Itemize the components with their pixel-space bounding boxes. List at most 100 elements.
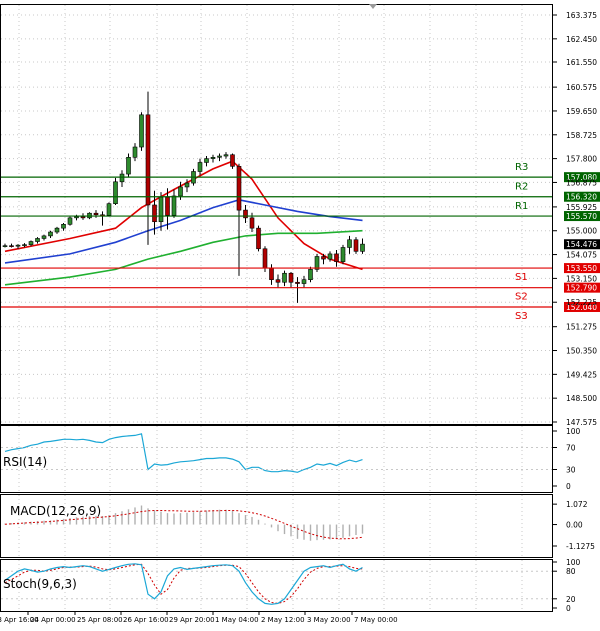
bull-candle bbox=[184, 182, 190, 188]
bull-candle bbox=[360, 243, 365, 252]
macd-tick-label: 1.072 bbox=[566, 500, 588, 509]
price-tick-label: 147.575 bbox=[566, 418, 597, 427]
trading-chart[interactable]: R3 157.080 R2 156.320 R1 155.570 S1 153.550 S2 15… bbox=[0, 0, 600, 627]
rsi-tick-label: 100 bbox=[566, 427, 581, 436]
bull-candle bbox=[106, 203, 112, 216]
stoch-tick-label: 80 bbox=[566, 567, 576, 576]
time-tick-label: 24 Apr 00:00 bbox=[30, 616, 76, 624]
price-tick-label: 156.875 bbox=[566, 178, 597, 187]
time-tick-label: 29 Apr 20:00 bbox=[169, 616, 215, 624]
bull-candle bbox=[197, 162, 203, 172]
price-tick-label: 162.450 bbox=[566, 35, 597, 44]
bear-candle bbox=[295, 281, 300, 284]
price-tick-label: 159.650 bbox=[566, 107, 597, 116]
bear-candle bbox=[145, 114, 151, 206]
bull-candle bbox=[132, 146, 138, 158]
time-tick-label: 2 May 12:00 bbox=[261, 616, 305, 624]
price-tick-label: 148.500 bbox=[566, 394, 597, 403]
price-tick-label: 151.275 bbox=[566, 323, 597, 332]
bull-candle bbox=[308, 269, 313, 280]
bull-candle bbox=[126, 157, 131, 175]
time-tick-label: 25 Apr 08:00 bbox=[77, 616, 123, 624]
price-tick-label: 150.350 bbox=[566, 347, 597, 356]
stoch-title: Stoch(9,6,3) bbox=[3, 577, 77, 591]
bull-candle bbox=[35, 238, 40, 242]
shift-marker-icon[interactable] bbox=[369, 4, 377, 9]
chart-svg[interactable]: R3157.080R2156.320R1155.570S1153.550S215… bbox=[0, 0, 600, 627]
bull-candle bbox=[2, 245, 8, 247]
price-tick-label: 149.425 bbox=[566, 370, 597, 379]
stoch-lines bbox=[1, 563, 552, 605]
stoch-axis: 10080 200 bbox=[553, 558, 581, 613]
bull-candle bbox=[282, 272, 287, 283]
level-price-label: 152.790 bbox=[566, 284, 597, 293]
price-tick-label: 157.800 bbox=[566, 155, 597, 164]
bull-candle bbox=[171, 195, 177, 216]
stoch-tick-label: 20 bbox=[566, 595, 576, 604]
bull-candle bbox=[340, 247, 346, 262]
level-name-r3: R3 bbox=[515, 162, 528, 173]
bear-candle bbox=[236, 166, 242, 211]
price-panel[interactable]: R3157.080R2156.320R1155.570S1153.550S215… bbox=[1, 11, 600, 427]
level-price-label: 155.570 bbox=[566, 212, 597, 221]
time-tick-label: 7 May 00:00 bbox=[354, 616, 398, 624]
rsi-title: RSI(14) bbox=[3, 455, 47, 469]
macd-axis: 1.072 0.00 -1.1275 bbox=[553, 500, 595, 551]
stoch-tick-label: 0 bbox=[566, 604, 571, 613]
bear-candle bbox=[152, 204, 157, 223]
level-name-r1: R1 bbox=[515, 201, 528, 212]
bear-candle bbox=[230, 154, 235, 167]
level-name-s1: S1 bbox=[515, 272, 528, 283]
macd-title: MACD(12,26,9) bbox=[10, 504, 101, 518]
rsi-tick-label: 30 bbox=[566, 466, 576, 475]
time-tick-label: 1 May 04:00 bbox=[215, 616, 259, 624]
price-tick-label: 161.550 bbox=[566, 58, 597, 67]
bull-candle bbox=[28, 241, 34, 245]
bull-candle bbox=[41, 235, 47, 239]
bear-candle bbox=[249, 217, 255, 229]
bull-candle bbox=[74, 216, 79, 219]
price-tick-label: 154.075 bbox=[566, 251, 597, 260]
price-tick-label: 155.925 bbox=[566, 203, 597, 212]
bull-candle bbox=[119, 173, 125, 183]
bear-candle bbox=[269, 267, 274, 280]
macd-panel[interactable]: 1.072 0.00 -1.1275 MACD(12,26,9) bbox=[4, 500, 595, 551]
rsi-panel[interactable]: 100 70 30 0 RSI(14) bbox=[1, 427, 581, 491]
price-tick-label: 152.225 bbox=[566, 298, 597, 307]
bull-candle bbox=[48, 231, 53, 237]
stoch-panel[interactable]: 10080 200 Stoch(9,6,3) bbox=[1, 558, 581, 613]
rsi-axis: 100 70 30 0 bbox=[553, 427, 581, 491]
bull-candle bbox=[223, 154, 229, 157]
level-name-r2: R2 bbox=[515, 182, 528, 193]
level-name-s3: S3 bbox=[515, 311, 528, 322]
bear-candle bbox=[275, 279, 281, 283]
current-price-label: 154.476 bbox=[566, 240, 597, 249]
bear-candle bbox=[80, 216, 86, 219]
stoch-tick-label: 100 bbox=[566, 558, 581, 567]
bull-candle bbox=[314, 256, 320, 270]
bear-candle bbox=[288, 272, 294, 283]
price-tick-label: 153.150 bbox=[566, 274, 597, 283]
bull-candle bbox=[210, 157, 216, 159]
bull-candle bbox=[113, 181, 118, 204]
bear-candle bbox=[9, 245, 14, 247]
rsi-tick-label: 0 bbox=[566, 482, 571, 491]
rsi-tick-label: 70 bbox=[566, 444, 576, 453]
macd-tick-label: -1.1275 bbox=[566, 542, 595, 551]
level-price-label: 156.320 bbox=[566, 193, 597, 202]
time-axis: 23 Apr 16:0024 Apr 00:0025 Apr 08:0026 A… bbox=[0, 611, 398, 624]
time-tick-label: 3 May 20:00 bbox=[307, 616, 351, 624]
rsi-series-line bbox=[4, 433, 363, 473]
bull-candle bbox=[139, 114, 144, 148]
bull-candle bbox=[178, 186, 183, 197]
bull-candle bbox=[15, 244, 21, 247]
moving-averages bbox=[4, 160, 363, 286]
level-name-s2: S2 bbox=[515, 292, 528, 303]
time-tick-label: 26 Apr 16:00 bbox=[123, 616, 169, 624]
bear-candle bbox=[334, 253, 339, 262]
bear-candle bbox=[262, 248, 268, 269]
bull-candle bbox=[217, 155, 222, 158]
macd-tick-label: 0.00 bbox=[566, 521, 583, 530]
bull-candle bbox=[327, 253, 333, 260]
bull-candle bbox=[54, 227, 60, 233]
